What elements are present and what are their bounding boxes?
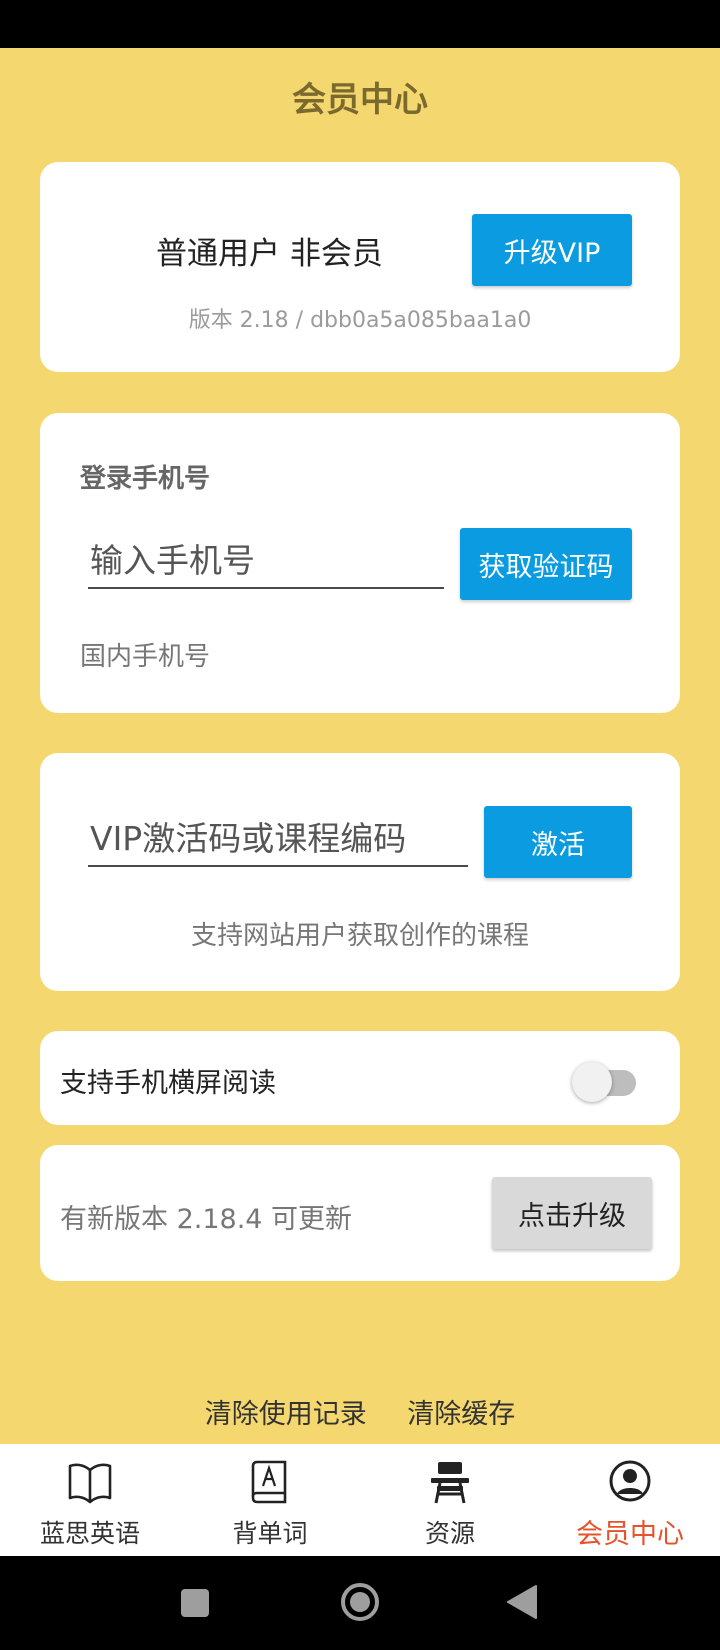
activation-card: 激活 支持网站用户获取创作的课程 [40, 753, 680, 991]
nav-label: 背单词 [232, 1519, 308, 1548]
desk-icon [431, 1462, 469, 1504]
login-card: 登录手机号 获取验证码 国内手机号 [40, 413, 680, 713]
back-icon[interactable] [506, 1584, 538, 1620]
nav-label: 蓝思英语 [39, 1519, 140, 1548]
system-nav-bar [0, 1556, 720, 1650]
login-phone-label: 登录手机号 [80, 464, 211, 494]
activation-hint: 支持网站用户获取创作的课程 [190, 921, 529, 951]
page-title: 会员中心 [292, 80, 428, 120]
clear-cache-link[interactable]: 清除缓存 [407, 1399, 515, 1430]
status-bar [0, 0, 720, 48]
activation-code-input[interactable] [88, 811, 468, 867]
phone-input[interactable] [88, 533, 444, 589]
bottom-nav: 蓝思英语 背单词 资源 会员中心 [0, 1444, 720, 1556]
upgrade-vip-button[interactable]: 升级VIP [472, 214, 632, 286]
landscape-label: 支持手机横屏阅读 [60, 1068, 276, 1099]
landscape-setting-card: 支持手机横屏阅读 [40, 1031, 680, 1125]
account-card: 普通用户 非会员 升级VIP 版本 2.18 / dbb0a5a085baa1a… [40, 162, 680, 372]
membership-status: 普通用户 非会员 [156, 236, 383, 272]
home-icon[interactable] [340, 1582, 380, 1622]
clear-history-link[interactable]: 清除使用记录 [205, 1399, 367, 1430]
nav-label: 资源 [424, 1519, 475, 1548]
nav-item-member-center[interactable]: 会员中心 [540, 1444, 720, 1556]
update-button[interactable]: 点击升级 [492, 1177, 652, 1249]
bottom-links: 清除使用记录 清除缓存 [0, 1392, 720, 1431]
recents-icon[interactable] [180, 1588, 210, 1618]
nav-label: 会员中心 [576, 1519, 684, 1550]
phone-hint: 国内手机号 [80, 642, 211, 672]
user-circle-icon [609, 1460, 651, 1502]
landscape-toggle[interactable] [572, 1059, 636, 1102]
update-card: 有新版本 2.18.4 可更新 点击升级 [40, 1145, 680, 1281]
activate-button[interactable]: 激活 [484, 806, 632, 878]
nav-item-vocabulary[interactable]: 背单词 [180, 1444, 360, 1556]
toggle-thumb [572, 1062, 612, 1102]
version-info: 版本 2.18 / dbb0a5a085baa1a0 [188, 308, 532, 333]
nav-item-resources[interactable]: 资源 [360, 1444, 540, 1556]
book-icon [68, 1463, 112, 1504]
get-code-button[interactable]: 获取验证码 [460, 528, 632, 600]
update-available-label: 有新版本 2.18.4 可更新 [60, 1204, 353, 1235]
vocabulary-book-icon [251, 1460, 287, 1504]
nav-item-lansi-english[interactable]: 蓝思英语 [0, 1444, 180, 1556]
